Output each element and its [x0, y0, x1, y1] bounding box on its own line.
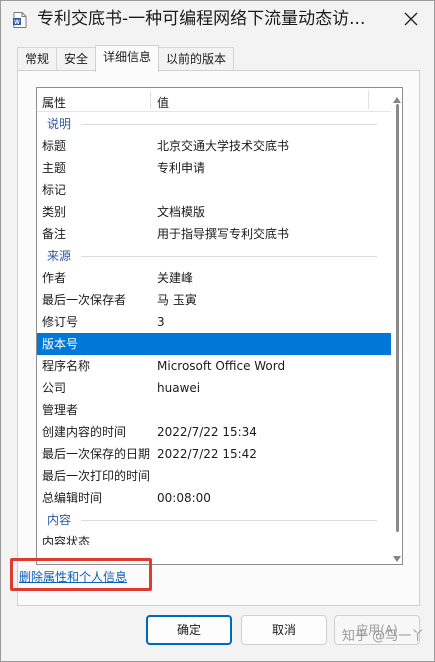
- property-name: 作者: [42, 271, 67, 285]
- property-row[interactable]: 公司 huawei: [37, 377, 391, 399]
- property-name: 最后一次保存者: [42, 293, 127, 307]
- property-name: 版本号: [42, 337, 79, 351]
- property-value: 3: [157, 315, 165, 329]
- property-list[interactable]: 属性 值 说明标题 北京交通大学技术交底书主题 专利申请标记类别 文档模版备注 用于指导…: [36, 87, 403, 565]
- property-value: 2022/7/22 15:34: [157, 425, 257, 439]
- scroll-down-icon[interactable]: [393, 551, 401, 564]
- tab-general[interactable]: 常规: [17, 47, 58, 71]
- property-value: huawei: [157, 381, 201, 395]
- column-divider[interactable]: [368, 91, 369, 109]
- details-panel: 属性 值 说明标题 北京交通大学技术交底书主题 专利申请标记类别 文档模版备注 用于指导…: [17, 70, 420, 606]
- close-button[interactable]: [398, 7, 424, 33]
- scrollbar-thumb[interactable]: [396, 104, 399, 532]
- svg-text:W: W: [14, 20, 20, 26]
- property-name: 内容状态: [42, 535, 91, 545]
- cancel-button[interactable]: 取消: [241, 615, 327, 645]
- group-divider: [81, 520, 377, 521]
- property-name: 最后一次打印的时间: [42, 469, 151, 483]
- property-row[interactable]: 备注 用于指导撰写专利交底书: [37, 223, 391, 245]
- property-name: 类别: [42, 205, 67, 219]
- property-row[interactable]: 主题 专利申请: [37, 157, 391, 179]
- properties-dialog: W 专利交底书-一种可编程网络下流量动态访... 常规 安全 详细信息 以前的版…: [0, 0, 435, 662]
- property-row[interactable]: 修订号 3: [37, 311, 391, 333]
- window-title: 专利交底书-一种可编程网络下流量动态访...: [37, 9, 366, 29]
- property-row[interactable]: 管理者: [37, 399, 391, 421]
- group-header: 说明: [37, 113, 391, 135]
- column-header-property[interactable]: 属性: [42, 94, 66, 111]
- group-header: 来源: [37, 245, 391, 267]
- property-value: 2022/7/22 15:42: [157, 447, 257, 461]
- property-name: 创建内容的时间: [42, 425, 127, 439]
- property-value: 用于指导撰写专利交底书: [157, 227, 290, 241]
- property-value: 关建峰: [157, 271, 194, 285]
- group-label: 说明: [47, 117, 72, 131]
- property-name: 最后一次保存的日期: [42, 447, 151, 461]
- property-row[interactable]: 创建内容的时间 2022/7/22 15:34: [37, 421, 391, 443]
- property-name: 备注: [42, 227, 67, 241]
- tab-security[interactable]: 安全: [56, 47, 97, 71]
- property-value: 北京交通大学技术交底书: [157, 139, 290, 153]
- column-divider[interactable]: [150, 91, 151, 109]
- property-name: 公司: [42, 381, 67, 395]
- property-name: 程序名称: [42, 359, 91, 373]
- property-rows: 说明标题 北京交通大学技术交底书主题 专利申请标记类别 文档模版备注 用于指导撰写专利交…: [37, 113, 391, 545]
- watermark: 知乎 @马一丫: [342, 629, 425, 644]
- close-icon: [404, 12, 418, 29]
- property-row[interactable]: 作者 关建峰: [37, 267, 391, 289]
- property-name: 总编辑时间: [42, 491, 103, 505]
- property-row[interactable]: 最后一次保存的日期 2022/7/22 15:42: [37, 443, 391, 465]
- property-row[interactable]: 总编辑时间 00:08:00: [37, 487, 391, 509]
- property-name: 主题: [42, 161, 67, 175]
- property-row[interactable]: 程序名称 Microsoft Office Word: [37, 355, 391, 377]
- tab-previous-versions[interactable]: 以前的版本: [158, 47, 235, 71]
- property-value: 专利申请: [157, 161, 206, 175]
- property-value: Microsoft Office Word: [157, 359, 286, 373]
- tab-details[interactable]: 详细信息: [95, 45, 160, 72]
- list-header: 属性 值: [37, 88, 391, 112]
- property-name: 标题: [42, 139, 67, 153]
- annotation-highlight-box: [10, 558, 152, 591]
- property-name: 管理者: [42, 403, 79, 417]
- property-name: 修订号: [42, 315, 79, 329]
- tab-bar: 常规 安全 详细信息 以前的版本: [17, 45, 235, 72]
- property-value: 00:08:00: [157, 491, 211, 505]
- property-value: 马 玉寅: [157, 293, 197, 307]
- property-row[interactable]: 最后一次打印的时间: [37, 465, 391, 487]
- vertical-scrollbar[interactable]: [391, 88, 402, 564]
- property-row[interactable]: 内容状态: [37, 531, 391, 545]
- column-header-value[interactable]: 值: [157, 94, 169, 111]
- ok-button[interactable]: 确定: [146, 615, 232, 645]
- property-row[interactable]: 标题 北京交通大学技术交底书: [37, 135, 391, 157]
- group-label: 内容: [47, 513, 72, 527]
- group-label: 来源: [47, 249, 72, 263]
- property-row[interactable]: 类别 文档模版: [37, 201, 391, 223]
- property-row[interactable]: 最后一次保存者 马 玉寅: [37, 289, 391, 311]
- property-row[interactable]: 版本号: [37, 333, 391, 355]
- group-header: 内容: [37, 509, 391, 531]
- property-name: 标记: [42, 183, 67, 197]
- group-divider: [81, 256, 377, 257]
- property-row[interactable]: 标记: [37, 179, 391, 201]
- word-document-icon: W: [13, 12, 27, 28]
- group-divider: [81, 124, 377, 125]
- title-bar: W 专利交底书-一种可编程网络下流量动态访...: [1, 1, 434, 37]
- property-value: 文档模版: [157, 205, 206, 219]
